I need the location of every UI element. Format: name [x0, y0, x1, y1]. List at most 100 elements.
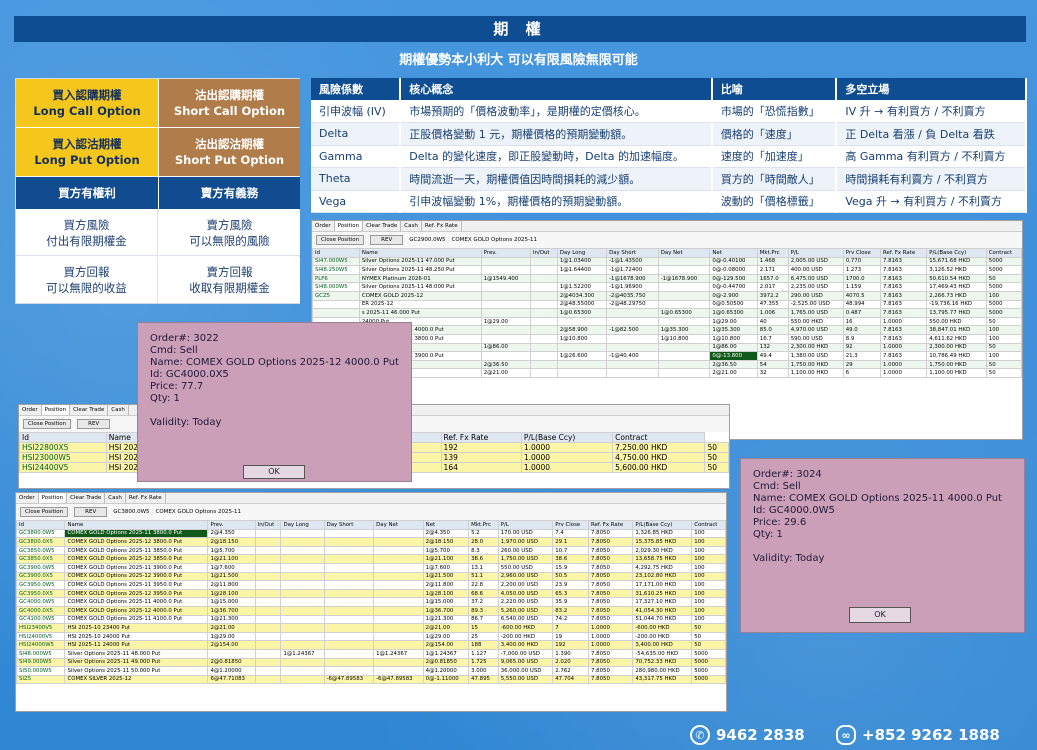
tab-position[interactable]: Position: [38, 493, 68, 503]
grid-col-header[interactable]: Prev.: [480, 248, 531, 258]
tab-position[interactable]: Position: [41, 405, 71, 415]
grid-col-header[interactable]: Day Net: [373, 520, 424, 530]
table-row[interactable]: GC3950.0X5 COMEX GOLD Options 2025-12 395…: [16, 588, 726, 599]
grid-col-header[interactable]: Ref. Fx Rate: [588, 520, 634, 530]
close-position-button[interactable]: Close Position: [316, 235, 365, 245]
table-row[interactable]: SI50.000W5 Silver Options 2025-11 50.000 …: [16, 666, 726, 676]
grid-cell: COMEX GOLD Options 2025-12 3950.0 Put: [64, 588, 209, 599]
ok-button[interactable]: OK: [243, 465, 305, 479]
greeks-row: Gamma Delta 的變化速度，即正股變動時，Delta 的加速幅度。 速度的「…: [311, 145, 1027, 168]
grid-cell: 5000: [691, 674, 726, 685]
table-row[interactable]: 24000 Put1@86.001@86.001322,300.00 HKD92…: [312, 342, 1022, 353]
table-row[interactable]: GC3900.0X5 COMEX GOLD Options 2025-12 390…: [16, 571, 726, 582]
tab-clear-trade[interactable]: Clear Trade: [70, 405, 109, 415]
table-row[interactable]: SI47.000W5 Silver Options 2025-11 47.000 …: [312, 256, 1022, 267]
table-row[interactable]: HSI23400V5 HSI 2025-10 23400 Put 2@21.00 2@…: [16, 623, 726, 633]
grid-col-header[interactable]: P/L(Base Ccy): [632, 520, 693, 530]
grid-col-header[interactable]: Net: [709, 248, 758, 258]
tab-order[interactable]: Order: [312, 221, 335, 231]
table-row[interactable]: D Options 2025-11 3800.0 Put1@10.8001@10…: [312, 333, 1022, 344]
grid-col-header[interactable]: Id: [16, 520, 66, 530]
table-row[interactable]: GC3800.0X5 COMEX GOLD Options 2025-12 380…: [16, 537, 726, 547]
table-row[interactable]: D Options 2025-11 3900.0 Put1@26.600-1@4…: [312, 351, 1022, 361]
grid-col-header[interactable]: Prv Close: [842, 248, 882, 258]
table-row[interactable]: GC3800.0W5 COMEX GOLD Options 2025-11 380…: [16, 528, 726, 539]
grid-col-header[interactable]: Day Net: [657, 248, 711, 258]
greeks-cell: 時間損耗有利賣方 / 不利買方: [836, 167, 1027, 191]
table-row[interactable]: GCZ5 COMEX GOLD 2025-12 2@4034.300 -2@4035.…: [312, 290, 1022, 301]
grid-col-header[interactable]: Prev.: [207, 520, 256, 530]
table-row[interactable]: GC4100.0W5 COMEX GOLD Options 2025-11 410…: [16, 614, 726, 625]
tab-ref-fx-rate[interactable]: Ref. Fx Rate: [126, 493, 166, 503]
close-position-button-2[interactable]: Close Position: [23, 419, 72, 429]
rev-button[interactable]: REV: [370, 235, 404, 245]
tab-order[interactable]: Order: [19, 405, 42, 415]
grid-col-header[interactable]: Day Short: [606, 248, 659, 258]
grid-col-header[interactable]: Contract: [691, 520, 726, 530]
ok-button-2[interactable]: OK: [849, 607, 911, 623]
grid-cell: 1@35.300: [709, 325, 758, 335]
table-row[interactable]: GC3850.0X5 COMEX GOLD Options 2025-12 385…: [16, 554, 726, 564]
grid-col-header[interactable]: Name: [64, 520, 209, 530]
tab-order[interactable]: Order: [16, 493, 39, 503]
table-row[interactable]: GC4000.0X5 COMEX GOLD Options 2025-12 400…: [16, 605, 726, 616]
grid-col-header[interactable]: P/L(Base Ccy): [926, 248, 987, 258]
table-row[interactable]: ER 2025-12 2@48.55000 -2@48.29750 0@0.50500…: [312, 299, 1022, 310]
table-row[interactable]: HSI24000W5 HSI 2025-11 24000 Put 2@154.00 2…: [16, 640, 726, 650]
table-row[interactable]: SI48.000W5 Silver Options 2025-11 48.000 …: [312, 282, 1022, 292]
tab-cash[interactable]: Cash: [108, 405, 129, 415]
tab-clear-trade[interactable]: Clear Trade: [67, 493, 106, 503]
table-row[interactable]: SI48.250W5 Silver Options 2025-11 48.250 …: [312, 265, 1022, 275]
grid-col-header[interactable]: Contract: [612, 432, 706, 443]
table-row[interactable]: GC3900.0W5 COMEX GOLD Options 2025-11 390…: [16, 562, 726, 573]
table-row[interactable]: SI49.000W5 Silver Options 2025-11 49.000 …: [16, 657, 726, 668]
grid-col-header[interactable]: Contract: [985, 248, 1022, 258]
tab-cash[interactable]: Cash: [105, 493, 126, 503]
grid-cell: 550.00 HKD: [787, 316, 844, 327]
grid-cell: 132: [756, 342, 789, 353]
grid-col-header[interactable]: Prv Close: [552, 520, 590, 530]
grid-col-header[interactable]: Mkt.Prc: [756, 248, 789, 258]
table-row[interactable]: 24400 Put2@36.502@36.50541,750.00 HKD291…: [312, 359, 1022, 370]
grid-cell: 7.8050: [588, 562, 634, 573]
grid-col-header[interactable]: Mkt.Prc: [468, 520, 499, 530]
grid-col-header[interactable]: In/Out: [254, 520, 282, 530]
table-row[interactable]: SIZ5 COMEX SILVER 2025-12 6@47.71083 -6@47.…: [16, 674, 726, 685]
grid-cell: Silver Options 2025-11 48.000 Put: [358, 282, 482, 292]
table-row[interactable]: GC3850.0W5 COMEX GOLD Options 2025-11 385…: [16, 545, 726, 556]
table-row[interactable]: HSI24000V5 HSI 2025-10 24000 Put 1@29.00 1@…: [16, 631, 726, 642]
rev-button-3[interactable]: REV: [74, 507, 108, 517]
table-row[interactable]: D Options 2025-11 4000.0 Put2@58.900-1@8…: [312, 325, 1022, 335]
close-position-button-3[interactable]: Close Position: [20, 507, 69, 517]
table-row[interactable]: SI48.000W5 Silver Options 2025-11 48.000 …: [16, 648, 726, 659]
tab-ref-fx-rate[interactable]: Ref. Fx Rate: [422, 221, 462, 231]
grid-col-header[interactable]: P/L: [497, 520, 554, 530]
grid-col-header[interactable]: Ref. Fx Rate: [440, 432, 522, 443]
greeks-cell: 正股價格變動 1 元，期權價格的預期變動額。: [400, 122, 713, 146]
grid-col-header[interactable]: Ref. Fx Rate: [880, 248, 928, 258]
grid-col-header[interactable]: Day Long: [280, 520, 325, 530]
grid-col-header[interactable]: Name: [358, 248, 482, 258]
rev-button-2[interactable]: REV: [77, 419, 111, 429]
grid-col-header[interactable]: Id: [312, 248, 360, 258]
table-row[interactable]: 24000 Put1@29.001@29.0040550.00 HKD161.0…: [312, 316, 1022, 327]
table-row[interactable]: GC3950.0W5 COMEX GOLD Options 2025-11 395…: [16, 580, 726, 590]
grid-col-header[interactable]: P/L(Base Ccy): [520, 432, 614, 443]
table-row[interactable]: PLF6 NYMEX Platinum 2026-01 1@1549.400 -1@1…: [312, 273, 1022, 284]
grid-col-header[interactable]: Id: [19, 432, 107, 443]
grid-col-header[interactable]: Net: [422, 520, 470, 530]
grid-col-header[interactable]: Day Long: [556, 248, 608, 258]
position-grid-1: Id Name Prev. In/Out Day Long Day Short Day Ne…: [312, 248, 1022, 378]
tab-clear-trade[interactable]: Clear Trade: [363, 221, 402, 231]
position-window-3-toolbar: Close Position REV GC3800.0W5 COMEX GOLD…: [16, 504, 726, 520]
grid-col-header[interactable]: Day Short: [323, 520, 375, 530]
table-row[interactable]: GC4000.0W5 COMEX GOLD Options 2025-11 400…: [16, 597, 726, 607]
grid-cell: -600.00 HKD: [632, 623, 693, 633]
tab-position[interactable]: Position: [334, 221, 364, 231]
grid-col-header[interactable]: P/L: [787, 248, 844, 258]
grid-col-header[interactable]: In/Out: [529, 248, 558, 258]
table-row[interactable]: s 2025-11 46.000 Put 1@0.65300 1@0.65300 1@…: [312, 308, 1022, 318]
table-row[interactable]: 23400 Put2@21.002@21.00321,100.00 HKD61.…: [312, 368, 1022, 378]
tab-cash[interactable]: Cash: [401, 221, 422, 231]
grid-cell: 100: [691, 597, 726, 607]
